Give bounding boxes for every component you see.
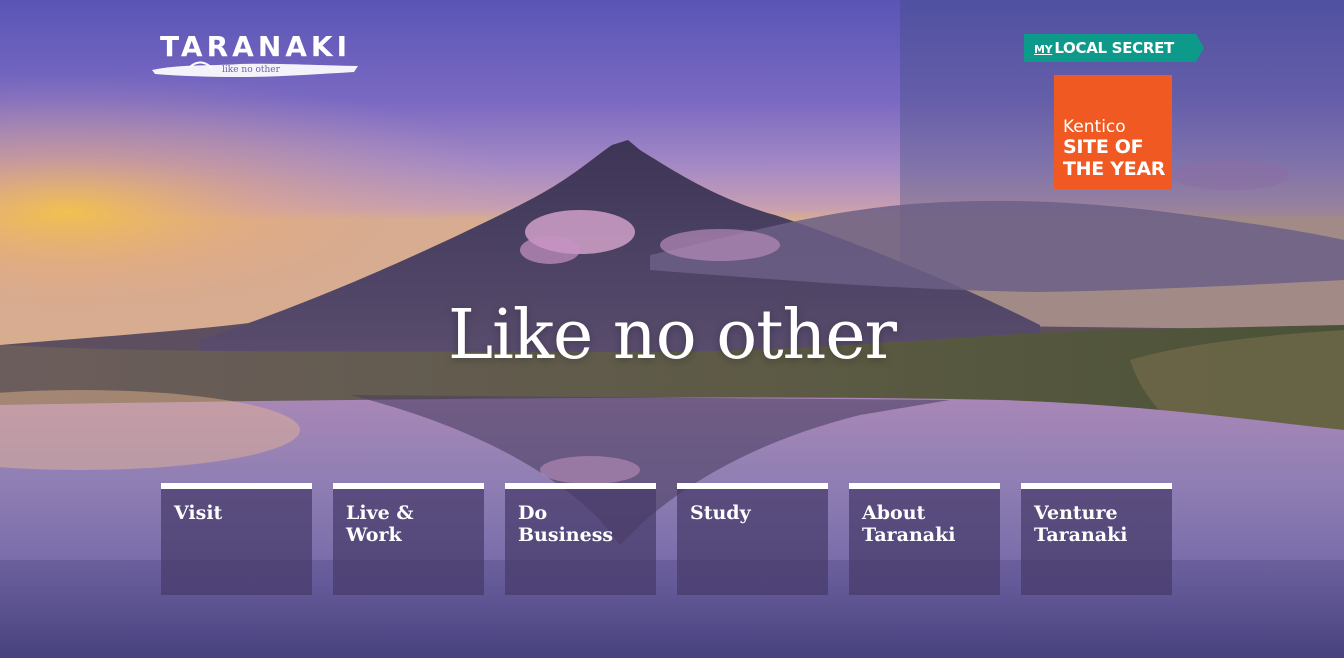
- taranaki-logo[interactable]: TARANAKI like no other: [150, 30, 362, 82]
- kentico-brand: Kentico: [1063, 117, 1126, 137]
- kentico-site-of-the-year-badge[interactable]: Kentico SITE OF THE YEAR: [1054, 75, 1172, 189]
- logo-tagline: like no other: [222, 65, 280, 75]
- nav-tile-study[interactable]: Study: [677, 483, 828, 595]
- hero-banner: TARANAKI like no other MY LOCAL SECRET Ke…: [0, 0, 1344, 658]
- site-of-line: SITE OF: [1063, 136, 1144, 158]
- nav-tile-label-line2: Taranaki: [862, 524, 956, 546]
- nav-tile-venture-taranaki[interactable]: Venture Taranaki: [1021, 483, 1172, 595]
- my-local-secret-badge[interactable]: MY LOCAL SECRET: [1024, 34, 1204, 62]
- nav-tile-label-line1: Venture: [1034, 502, 1118, 524]
- nav-tile-about-taranaki[interactable]: About Taranaki: [849, 483, 1000, 595]
- hero-headline: Like no other: [447, 296, 897, 375]
- nav-tile-label-line1: Do: [518, 502, 548, 524]
- nav-tile-label: Do Business: [518, 502, 648, 546]
- nav-tile-label-line1: Live &: [346, 502, 414, 524]
- nav-tile-live-work[interactable]: Live & Work: [333, 483, 484, 595]
- nav-tile-label-line2: Work: [346, 524, 402, 546]
- nav-tile-label: Venture Taranaki: [1034, 502, 1164, 546]
- nav-tile-label: Visit: [174, 502, 304, 524]
- nav-tile-label-line1: Visit: [174, 502, 223, 524]
- nav-tiles: Visit Live & Work Do Business Study Abou…: [161, 483, 1172, 595]
- nav-tile-label-line2: Business: [518, 524, 614, 546]
- nav-tile-visit[interactable]: Visit: [161, 483, 312, 595]
- logo-wordmark: TARANAKI: [160, 30, 352, 63]
- my-local-secret-label: MY LOCAL SECRET: [1034, 39, 1174, 57]
- nav-tile-label: Study: [690, 502, 820, 524]
- nav-tile-do-business[interactable]: Do Business: [505, 483, 656, 595]
- my-local-secret-text: LOCAL SECRET: [1054, 39, 1174, 57]
- the-year-line: THE YEAR: [1063, 158, 1166, 180]
- nav-tile-label: About Taranaki: [862, 502, 992, 546]
- nav-tile-label-line2: Taranaki: [1034, 524, 1128, 546]
- nav-tile-label: Live & Work: [346, 502, 476, 546]
- nav-tile-label-line1: About: [862, 502, 926, 524]
- nav-tile-label-line1: Study: [690, 502, 751, 524]
- my-local-secret-prefix: MY: [1034, 43, 1053, 56]
